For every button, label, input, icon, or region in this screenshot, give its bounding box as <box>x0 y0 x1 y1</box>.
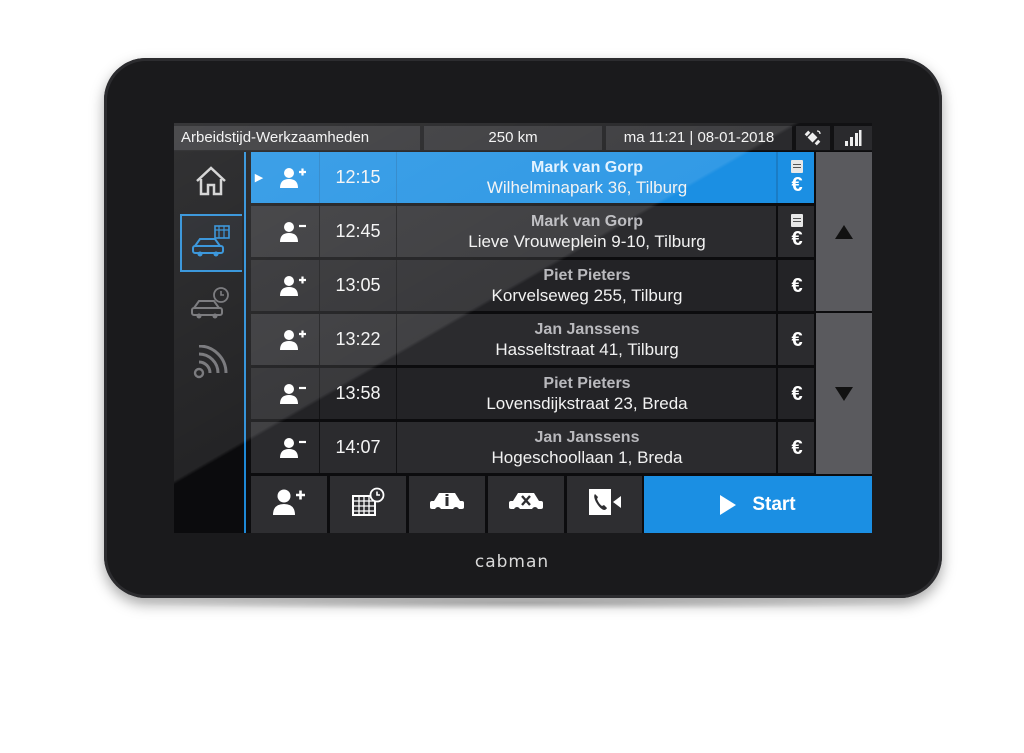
nav-history-button[interactable] <box>180 276 242 334</box>
ride-payment: € <box>776 152 816 203</box>
gps-icon <box>796 126 830 150</box>
ride-time: 12:15 <box>320 152 397 203</box>
taxi-info-icon <box>428 490 466 519</box>
ride-details: Piet Pieters Korvelseweg 255, Tilburg <box>407 260 767 311</box>
start-button[interactable]: Start <box>644 476 872 533</box>
ride-row[interactable]: 13:22 Jan Janssens Hasseltstraat 41, Til… <box>251 314 814 367</box>
scroll-down-button[interactable] <box>816 313 872 474</box>
ride-passenger-name: Jan Janssens <box>534 428 640 446</box>
taxi-info-button[interactable] <box>409 476 485 533</box>
side-navigation <box>174 152 248 533</box>
ride-row[interactable]: 13:05 Piet Pieters Korvelseweg 255, Tilb… <box>251 260 814 313</box>
start-label: Start <box>752 493 796 515</box>
bottom-toolbar: Start <box>251 476 872 533</box>
calendar-clock-icon <box>351 487 385 522</box>
ride-payment: € <box>776 206 816 257</box>
ride-passenger-name: Piet Pieters <box>543 374 631 392</box>
ride-row[interactable]: 14:07 Jan Janssens Hogeschoollaan 1, Bre… <box>251 422 814 475</box>
ride-time: 12:45 <box>320 206 397 257</box>
status-datetime: ma 11:21 | 08-01-2018 <box>606 126 792 150</box>
euro-icon: € <box>791 228 803 250</box>
ride-time: 14:07 <box>320 422 397 473</box>
ride-address: Hasseltstraat 41, Tilburg <box>495 339 679 359</box>
ride-list: ▶ 12:15 Mark van Gorp Wilhelminapark 36,… <box>251 152 814 475</box>
passenger-dropoff-icon <box>267 206 320 257</box>
call-button[interactable] <box>567 476 642 533</box>
ride-address: Wilhelminapark 36, Tilburg <box>486 177 688 197</box>
ride-payment: € <box>776 368 816 419</box>
status-bar: Arbeidstijd-Werkzaamheden 250 km ma 11:2… <box>174 123 872 151</box>
home-icon <box>193 165 229 202</box>
triangle-down-icon <box>835 386 853 401</box>
euro-icon: € <box>791 274 803 297</box>
euro-icon: € <box>791 174 803 196</box>
triangle-up-icon <box>835 224 853 239</box>
device-shadow <box>120 596 926 610</box>
add-passenger-button[interactable] <box>251 476 327 533</box>
passenger-dropoff-icon <box>267 422 320 473</box>
document-icon <box>791 160 803 173</box>
wireless-icon <box>191 344 231 386</box>
ride-payment: € <box>776 314 816 365</box>
passenger-dropoff-icon <box>267 368 320 419</box>
ride-details: Jan Janssens Hasseltstraat 41, Tilburg <box>407 314 767 365</box>
ride-payment: € <box>776 260 816 311</box>
nav-rides-button[interactable] <box>180 214 242 272</box>
ride-time: 13:58 <box>320 368 397 419</box>
document-icon <box>791 214 803 227</box>
ride-passenger-name: Mark van Gorp <box>530 158 644 176</box>
taxi-calendar-icon <box>191 224 233 263</box>
ride-row[interactable]: 12:45 Mark van Gorp Lieve Vrouweplein 9-… <box>251 206 814 259</box>
ride-row[interactable]: ▶ 12:15 Mark van Gorp Wilhelminapark 36,… <box>251 152 814 205</box>
ride-address: Hogeschoollaan 1, Breda <box>491 447 683 467</box>
scroll-up-button[interactable] <box>816 152 872 311</box>
nav-accent-line <box>244 152 246 533</box>
ride-details: Mark van Gorp Lieve Vrouweplein 9-10, Ti… <box>407 206 767 257</box>
ride-passenger-name: Jan Janssens <box>534 320 640 338</box>
schedule-button[interactable] <box>330 476 406 533</box>
ride-details: Piet Pieters Lovensdijkstraat 23, Breda <box>407 368 767 419</box>
passenger-pickup-icon <box>267 152 320 203</box>
euro-icon: € <box>791 328 803 351</box>
ride-details: Jan Janssens Hogeschoollaan 1, Breda <box>407 422 767 473</box>
ride-time: 13:22 <box>320 314 397 365</box>
nav-connection-button[interactable] <box>180 336 242 394</box>
ride-address: Lovensdijkstraat 23, Breda <box>486 393 688 413</box>
phone-video-icon <box>587 487 623 522</box>
signal-bars-icon <box>834 126 872 150</box>
euro-icon: € <box>791 382 803 405</box>
passenger-pickup-icon <box>267 314 320 365</box>
ride-passenger-name: Piet Pieters <box>543 266 631 284</box>
add-passenger-icon <box>272 488 306 521</box>
euro-icon: € <box>791 436 803 459</box>
passenger-pickup-icon <box>267 260 320 311</box>
ride-row[interactable]: 13:58 Piet Pieters Lovensdijkstraat 23, … <box>251 368 814 421</box>
play-icon <box>720 494 737 515</box>
screen: Arbeidstijd-Werkzaamheden 250 km ma 11:2… <box>174 123 872 533</box>
ride-payment: € <box>776 422 816 473</box>
ride-details: Mark van Gorp Wilhelminapark 36, Tilburg <box>407 152 767 203</box>
brand-logo: cabman <box>474 552 550 572</box>
ride-address: Korvelseweg 255, Tilburg <box>491 285 683 305</box>
ride-time: 13:05 <box>320 260 397 311</box>
status-distance: 250 km <box>424 126 602 150</box>
nav-home-button[interactable] <box>180 154 242 212</box>
taxi-cancel-icon <box>507 490 545 519</box>
ride-passenger-name: Mark van Gorp <box>530 212 644 230</box>
selection-arrow-icon: ▶ <box>254 172 264 184</box>
ride-address: Lieve Vrouweplein 9-10, Tilburg <box>468 231 706 251</box>
taxi-cancel-button[interactable] <box>488 476 564 533</box>
status-title: Arbeidstijd-Werkzaamheden <box>174 126 420 150</box>
taxi-clock-icon <box>190 286 232 325</box>
